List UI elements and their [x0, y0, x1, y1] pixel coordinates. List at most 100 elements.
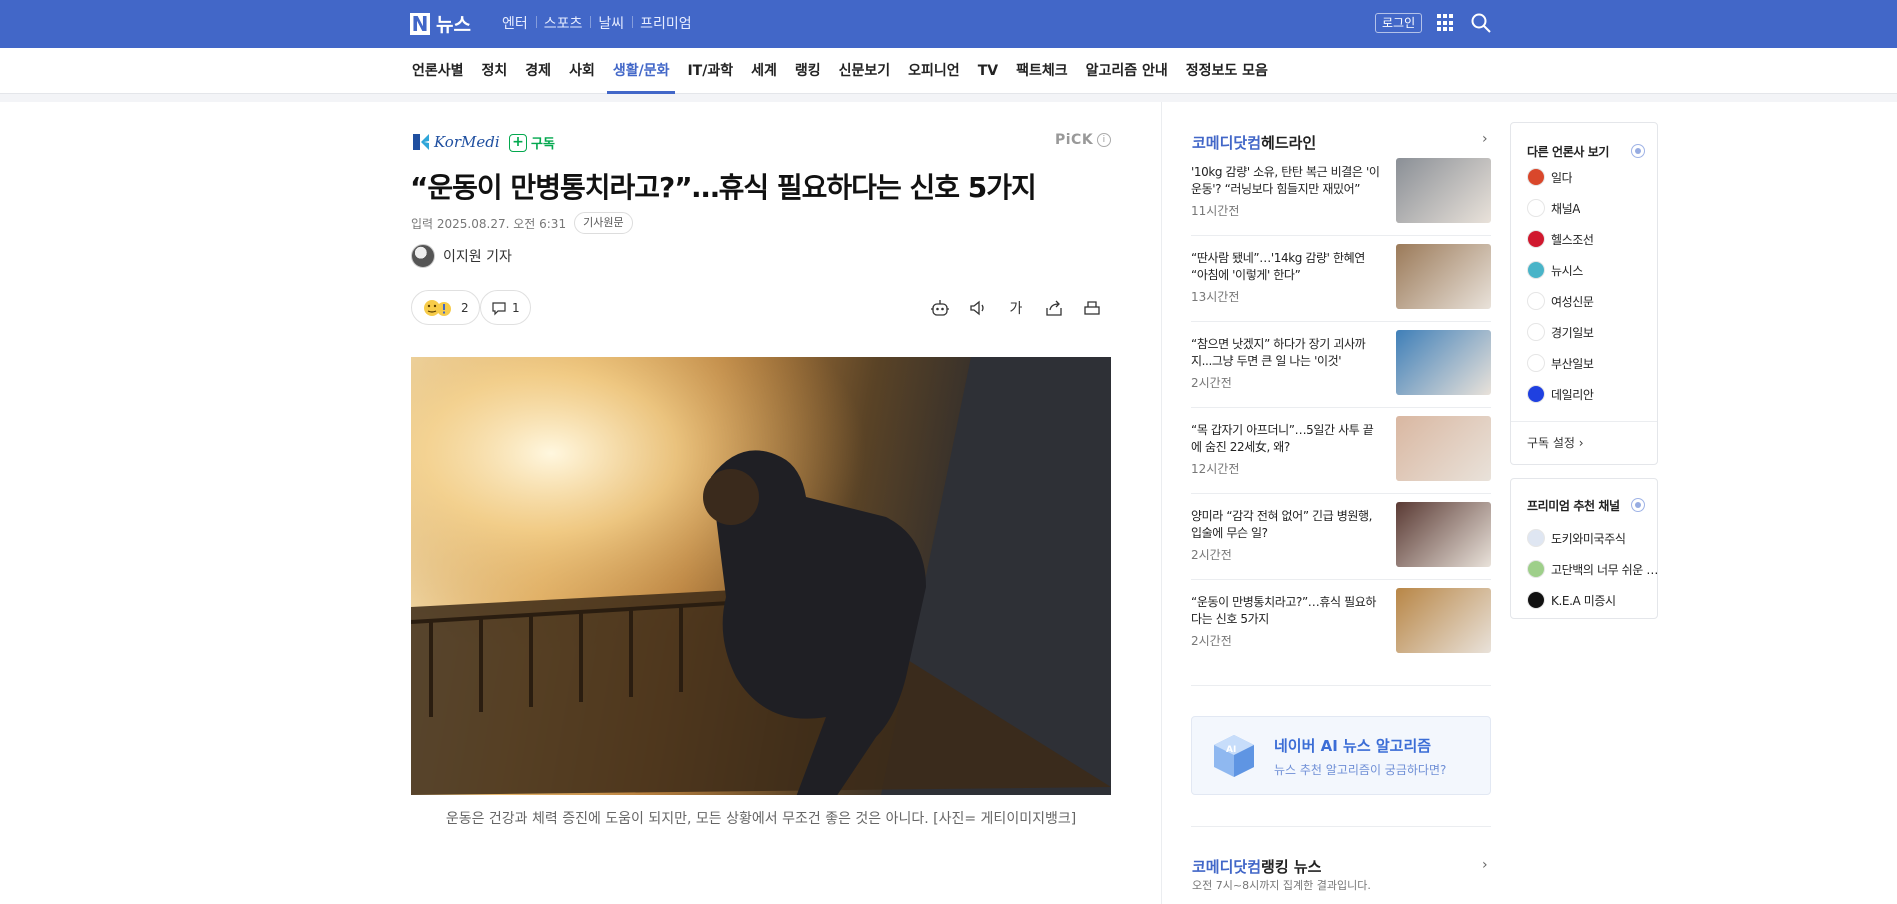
category-tab[interactable]: 사회: [560, 48, 604, 94]
refresh-icon[interactable]: [1631, 498, 1645, 512]
ai-summary-bot-icon[interactable]: [928, 296, 952, 320]
topnav-weather[interactable]: 날씨: [590, 13, 632, 33]
chevron-right-icon[interactable]: ›: [1482, 131, 1488, 147]
reaction-button[interactable]: 2: [411, 290, 480, 325]
headline-divider: [1191, 321, 1491, 322]
press-channel-name: 채널A: [1551, 201, 1581, 216]
headline-thumbnail[interactable]: [1396, 330, 1491, 395]
category-tab[interactable]: 알고리즘 안내: [1077, 48, 1177, 94]
naver-news-logo[interactable]: N 뉴스: [410, 10, 471, 37]
pick-label: PiCK: [1055, 132, 1094, 148]
press-channel-item[interactable]: 데일리안: [1527, 385, 1594, 403]
category-tab[interactable]: 랭킹: [786, 48, 830, 94]
news-brand-label: 뉴스: [436, 14, 471, 36]
category-tab[interactable]: 오피니언: [899, 48, 969, 94]
article-dateline: 입력 2025.08.27. 오전 6:31 기사원문: [411, 212, 633, 234]
top-nav: 엔터 스포츠 날씨 프리미엄: [494, 13, 700, 33]
headline-thumbnail[interactable]: [1396, 158, 1491, 223]
speaker-icon[interactable]: [966, 296, 990, 320]
headline-time: 2시간전: [1191, 634, 1232, 648]
search-icon[interactable]: [1470, 12, 1492, 34]
press-channel-item[interactable]: 여성신문: [1527, 292, 1594, 310]
headline-text: “참으면 낫겠지” 하다가 장기 괴사까지...그냥 두면 큰 일 나는 '이것…: [1191, 337, 1366, 368]
press-channel-name: 일다: [1551, 170, 1573, 185]
share-icon[interactable]: [1042, 296, 1066, 320]
category-tab[interactable]: 정치: [473, 48, 517, 94]
headline-time: 13시간전: [1191, 290, 1240, 304]
headline-item[interactable]: 양미라 “감각 전혀 없어” 긴급 병원행, 입술에 무슨 일? 2시간전: [1191, 502, 1491, 574]
headline-item[interactable]: '10kg 감량' 소유, 탄탄 복근 비결은 '이 운동'? “러닝보다 힘들…: [1191, 158, 1491, 230]
column-divider: [1161, 102, 1162, 904]
press-channel-item[interactable]: 일다: [1527, 168, 1572, 186]
headline-time: 2시간전: [1191, 376, 1232, 390]
man-resting-on-bridge-image: [411, 357, 1111, 795]
author-name: 이지원 기자: [443, 249, 512, 265]
category-tab[interactable]: TV: [969, 48, 1007, 94]
headline-item[interactable]: “목 갑자기 아프더니”…5일간 사투 끝에 숨진 22세女, 왜? 12시간전: [1191, 416, 1491, 488]
category-tab[interactable]: 정정보도 모음: [1177, 48, 1277, 94]
topnav-entertain[interactable]: 엔터: [494, 13, 536, 33]
chevron-right-icon[interactable]: ›: [1482, 857, 1488, 873]
login-button[interactable]: 로그인: [1375, 13, 1423, 33]
category-tab[interactable]: 경제: [516, 48, 560, 94]
comment-button[interactable]: 1: [480, 290, 531, 325]
headline-item[interactable]: “운동이 만병통치라고?”…휴식 필요하다는 신호 5가지 2시간전: [1191, 588, 1491, 660]
topnav-premium[interactable]: 프리미엄: [632, 13, 700, 33]
section-divider: [1191, 826, 1491, 827]
headline-section-label: 헤드라인: [1261, 134, 1317, 152]
category-tab[interactable]: 팩트체크: [1007, 48, 1077, 94]
press-channel-item[interactable]: 채널A: [1527, 199, 1580, 217]
headline-thumbnail[interactable]: [1396, 416, 1491, 481]
ai-cube-icon: AI: [1214, 735, 1254, 777]
premium-title: 프리미엄 추천 채널: [1527, 499, 1620, 513]
press-headline-title[interactable]: 코메디닷컴 헤드라인: [1192, 132, 1316, 153]
press-channel-item[interactable]: 경기일보: [1527, 323, 1594, 341]
info-icon[interactable]: i: [1097, 133, 1112, 147]
press-channel-item[interactable]: 고단백의 너무 쉬운 재테크: [1527, 560, 1661, 578]
refresh-icon[interactable]: [1631, 144, 1645, 158]
article-title: “운동이 만병통치라고?”…휴식 필요하다는 신호 5가지: [410, 171, 1037, 204]
category-tab[interactable]: IT/과학: [678, 48, 742, 94]
press-channel-name: 경기일보: [1551, 325, 1594, 340]
author-line[interactable]: 이지원 기자: [411, 244, 512, 268]
widget-divider: [1511, 421, 1657, 422]
premium-channel-widget: 프리미엄 추천 채널 도키와미국주식고단백의 너무 쉬운 재테크 K.E.A 미증…: [1510, 478, 1661, 619]
ranking-note: 오전 7시~8시까지 집계한 결과입니다.: [1192, 879, 1371, 892]
press-channel-item[interactable]: 뉴시스: [1527, 261, 1583, 279]
headline-item[interactable]: “딴사람 됐네”…'14kg 감량' 한혜연 “아침에 '이렇게' 한다” 13시…: [1191, 244, 1491, 316]
press-channel-item[interactable]: 부산일보: [1527, 354, 1594, 372]
font-size-icon[interactable]: 가: [1004, 296, 1028, 320]
press-channel-item[interactable]: K.E.A 미증시: [1527, 591, 1616, 609]
other-press-widget: 다른 언론사 보기 일다 채널A 헬스조선 뉴시스 여성신문 경기일보 부산일보 데일리안 구…: [1510, 122, 1658, 465]
apps-grid-icon[interactable]: [1437, 14, 1455, 32]
category-tab[interactable]: 생활/문화: [604, 48, 679, 94]
headline-press-name: 코메디닷컴: [1192, 134, 1262, 152]
headline-thumbnail[interactable]: [1396, 244, 1491, 309]
press-logo-icon: [1527, 261, 1545, 279]
category-tab[interactable]: 신문보기: [830, 48, 900, 94]
headline-thumbnail[interactable]: [1396, 588, 1491, 653]
headline-item[interactable]: “참으면 낫겠지” 하다가 장기 괴사까지...그냥 두면 큰 일 나는 '이것…: [1191, 330, 1491, 402]
press-channel-name: 뉴시스: [1551, 263, 1583, 278]
press-logo[interactable]: KorMedi: [412, 133, 500, 151]
top-bar: N 뉴스 엔터 스포츠 날씨 프리미엄 로그인: [0, 0, 1897, 48]
print-icon[interactable]: [1080, 296, 1104, 320]
comment-count: 1: [512, 300, 520, 315]
topnav-sports[interactable]: 스포츠: [535, 13, 591, 33]
press-channel-item[interactable]: 헬스조선: [1527, 230, 1594, 248]
headline-text: 양미라 “감각 전혀 없어” 긴급 병원행, 입술에 무슨 일?: [1191, 509, 1373, 540]
press-channel-name: 헬스조선: [1551, 232, 1594, 247]
pick-badge[interactable]: PiCK i: [1055, 132, 1112, 148]
original-article-button[interactable]: 기사원문: [574, 212, 633, 234]
subscribe-button[interactable]: + 구독: [509, 133, 555, 152]
nav-divider-strip: [0, 94, 1897, 102]
ai-news-algorithm-banner[interactable]: AI 네이버 AI 뉴스 알고리즘 뉴스 추천 알고리즘이 궁금하다면?: [1191, 716, 1491, 795]
subscription-setting-link[interactable]: 구독 설정 ›: [1527, 434, 1584, 451]
headline-divider: [1191, 235, 1491, 236]
headline-thumbnail[interactable]: [1396, 502, 1491, 567]
press-channel-item[interactable]: 도키와미국주식: [1527, 529, 1625, 547]
press-logo-icon: [1527, 385, 1545, 403]
press-ranking-title[interactable]: 코메디닷컴 랭킹 뉴스: [1192, 856, 1321, 877]
category-tab[interactable]: 세계: [742, 48, 786, 94]
category-tab[interactable]: 언론사별: [403, 48, 473, 94]
